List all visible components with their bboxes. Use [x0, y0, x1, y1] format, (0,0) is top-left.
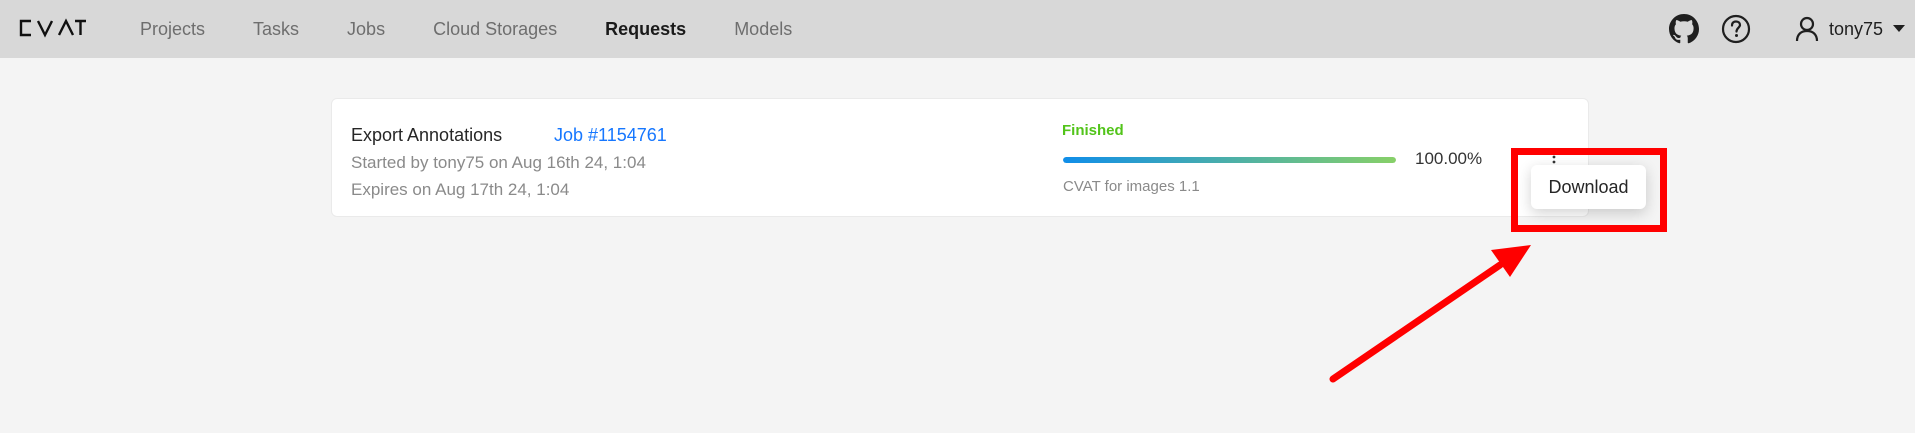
- request-title: Export Annotations: [351, 125, 503, 145]
- nav-projects[interactable]: Projects: [140, 19, 205, 40]
- github-icon[interactable]: [1668, 14, 1699, 44]
- nav-cloud-storages[interactable]: Cloud Storages: [433, 19, 557, 40]
- request-card: Export Annotations Job #1154761 Started …: [331, 98, 1589, 217]
- nav-models[interactable]: Models: [734, 19, 792, 40]
- top-navigation-bar: Projects Tasks Jobs Cloud Storages Reque…: [0, 0, 1915, 58]
- help-icon[interactable]: [1721, 14, 1751, 44]
- user-menu[interactable]: tony75: [1795, 16, 1915, 42]
- nav-requests[interactable]: Requests: [605, 19, 686, 40]
- request-started: Started by tony75 on Aug 16th 24, 1:04: [351, 153, 646, 172]
- progress-fill: [1063, 157, 1396, 163]
- job-link[interactable]: Job #1154761: [554, 125, 667, 146]
- annotation-highlight-box: [1511, 148, 1667, 232]
- cvat-logo[interactable]: [18, 17, 86, 39]
- user-icon: [1795, 16, 1819, 42]
- header-actions: tony75: [1668, 0, 1915, 58]
- main-nav: Projects Tasks Jobs Cloud Storages Reque…: [140, 0, 840, 58]
- caret-down-icon: [1893, 25, 1905, 33]
- progress-percent: 100.00%: [1415, 149, 1483, 168]
- username: tony75: [1828, 18, 1883, 39]
- progress-bar: [1063, 157, 1396, 163]
- nav-jobs[interactable]: Jobs: [347, 19, 385, 40]
- export-format: CVAT for images 1.1: [1063, 178, 1200, 195]
- request-expires: Expires on Aug 17th 24, 1:04: [351, 180, 570, 199]
- nav-tasks[interactable]: Tasks: [253, 19, 299, 40]
- status-badge: Finished: [1062, 122, 1124, 139]
